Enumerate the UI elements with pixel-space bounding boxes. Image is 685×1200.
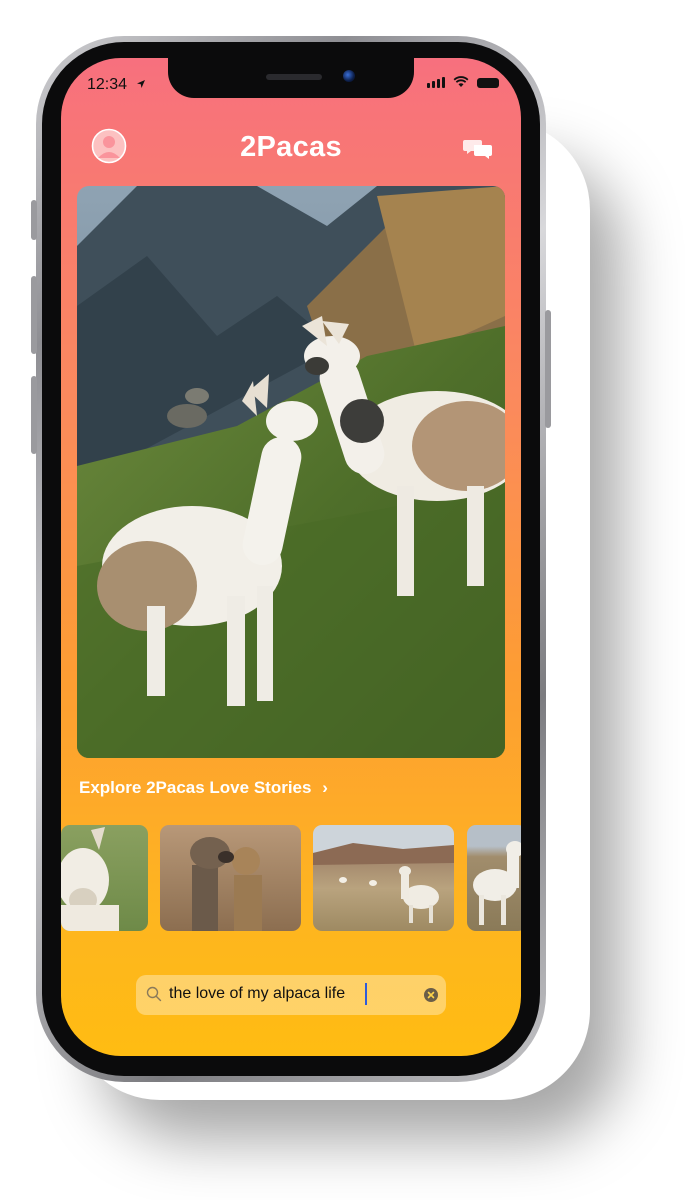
- thumbnail-two-alpacas[interactable]: [160, 825, 301, 931]
- device-notch: [168, 58, 414, 98]
- volume-down-button: [31, 376, 37, 454]
- two-llamas-on-mountain-slope-image: [77, 186, 505, 758]
- status-time: 12:34: [87, 76, 146, 94]
- thumbnail-alpacas-in-field[interactable]: [313, 825, 454, 931]
- white-alpaca-image: [473, 841, 521, 925]
- search-input[interactable]: [169, 983, 409, 1005]
- two-alpacas-nuzzling-image: [190, 837, 262, 931]
- thumbnail-llama-face[interactable]: [61, 825, 148, 931]
- earpiece-speaker: [266, 74, 322, 80]
- battery-icon: [477, 78, 499, 88]
- status-time-text: 12:34: [87, 76, 128, 93]
- cellular-signal-icon: [427, 77, 445, 88]
- love-stories-carousel[interactable]: [61, 825, 521, 933]
- front-camera: [343, 70, 355, 82]
- explore-love-stories-link[interactable]: Explore 2Pacas Love Stories ›: [79, 778, 328, 798]
- silent-switch: [31, 200, 37, 240]
- text-cursor: [365, 983, 367, 1005]
- thumbnail-white-alpaca[interactable]: [467, 825, 521, 931]
- app-title: 2Pacas: [240, 131, 342, 163]
- chevron-right-icon: ›: [322, 778, 328, 797]
- power-button: [545, 310, 551, 428]
- status-icons: [427, 76, 499, 88]
- clear-icon[interactable]: [424, 988, 438, 1002]
- location-arrow-icon: [136, 80, 145, 88]
- chat-bubbles-icon[interactable]: [463, 138, 493, 160]
- explore-label: Explore 2Pacas Love Stories: [79, 778, 312, 797]
- app-screen: 12:34 2Pacas Explore 2Pacas Love Stories…: [61, 58, 521, 1056]
- hero-photo[interactable]: [77, 186, 505, 758]
- search-icon: [146, 986, 162, 1002]
- volume-up-button: [31, 276, 37, 354]
- wifi-icon: [453, 76, 469, 87]
- search-bar[interactable]: [136, 975, 446, 1015]
- alpacas-in-field-image: [313, 843, 454, 923]
- llama-face-image: [61, 827, 119, 931]
